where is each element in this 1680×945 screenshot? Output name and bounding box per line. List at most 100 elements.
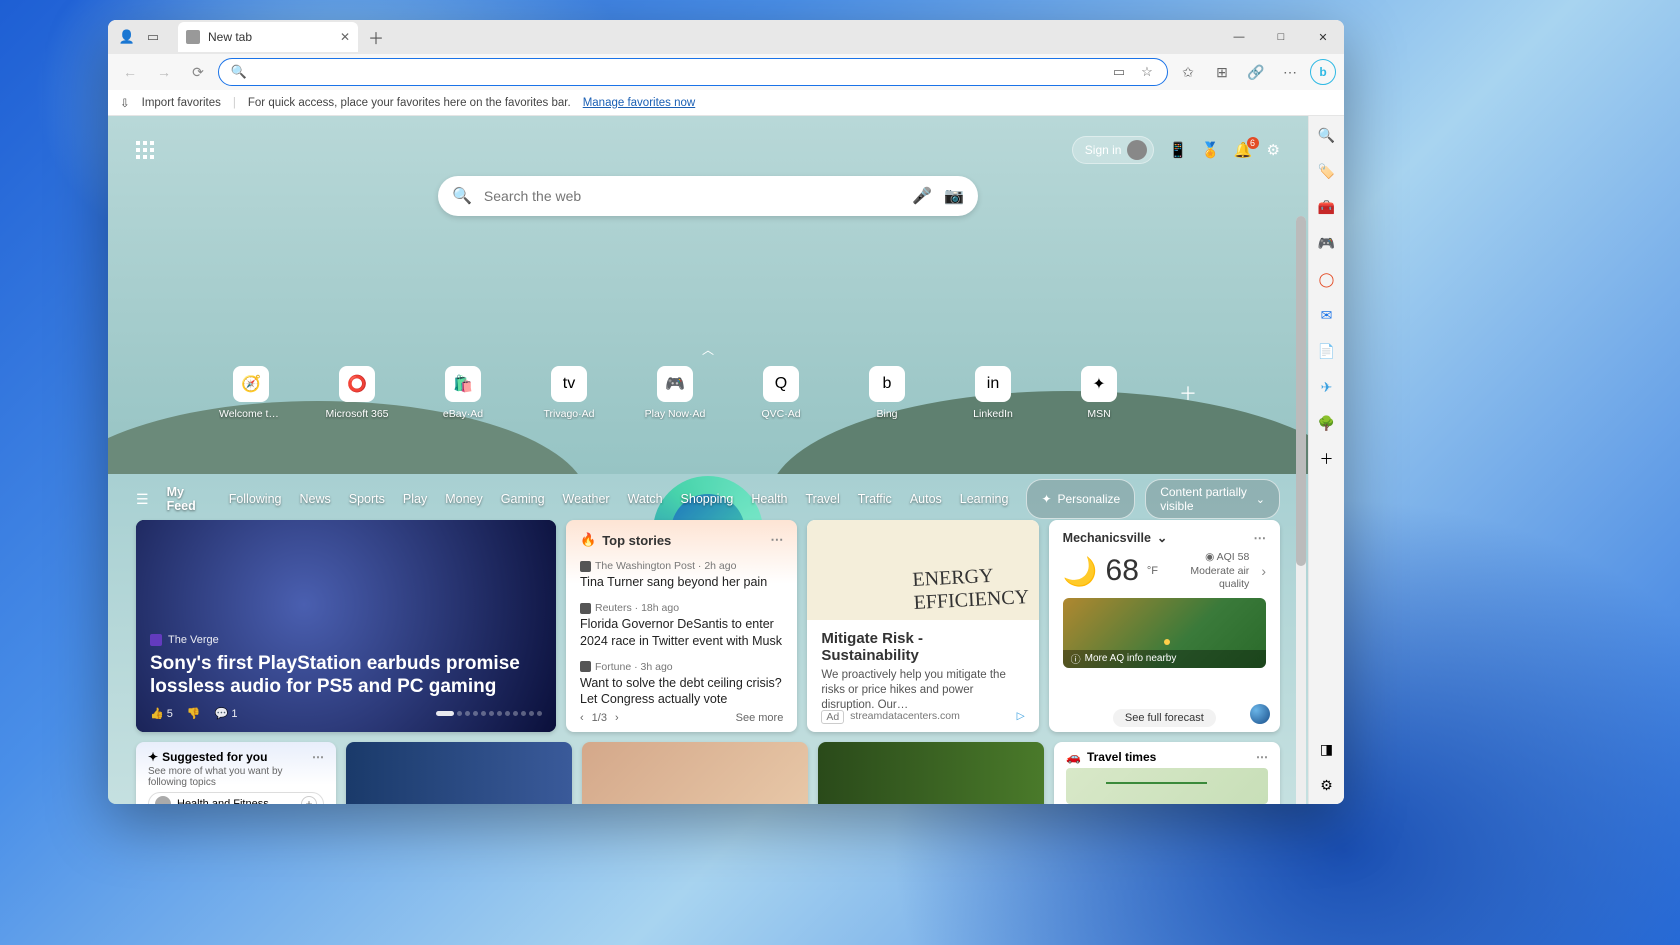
feed-nav-my-feed[interactable]: My Feed — [167, 485, 211, 513]
news-card[interactable] — [346, 742, 572, 804]
manage-favorites-link[interactable]: Manage favorites now — [583, 97, 696, 109]
feed-nav-learning[interactable]: Learning — [960, 492, 1009, 506]
extensions-icon[interactable]: 🔗 — [1242, 58, 1270, 86]
sidebar-office-icon[interactable]: ◯ — [1316, 268, 1338, 290]
dislike-icon[interactable]: 👎 — [187, 707, 201, 720]
quicklink-bing[interactable]: bBing — [855, 366, 919, 420]
sidebar-drop-icon[interactable]: 📄 — [1316, 340, 1338, 362]
next-icon[interactable]: › — [1261, 563, 1266, 579]
prev-icon[interactable]: ‹ — [580, 712, 584, 724]
like-icon[interactable]: 👍 5 — [150, 707, 173, 720]
news-card[interactable] — [582, 742, 808, 804]
feed-nav-weather[interactable]: Weather — [563, 492, 610, 506]
sidebar-settings-icon[interactable]: ⚙ — [1316, 774, 1338, 796]
feed-nav-traffic[interactable]: Traffic — [858, 492, 892, 506]
app-launcher-icon[interactable] — [136, 141, 154, 159]
reader-mode-icon[interactable]: ▭ — [1109, 62, 1129, 82]
import-favorites-link[interactable]: Import favorites — [142, 97, 221, 109]
refresh-button[interactable]: ⟳ — [184, 58, 212, 86]
quicklink-linkedin[interactable]: inLinkedIn — [961, 366, 1025, 420]
address-input[interactable] — [257, 65, 1101, 80]
forward-button[interactable]: → — [150, 58, 178, 86]
collapse-icon[interactable]: ︿ — [702, 341, 714, 358]
tab-newtab[interactable]: New tab ✕ — [178, 22, 358, 52]
quicklink-ebay-ad[interactable]: 🛍️eBay·Ad — [431, 366, 495, 420]
story-item[interactable]: Fortune · 3h agoWant to solve the debt c… — [580, 661, 783, 708]
globe-icon[interactable] — [1250, 704, 1270, 724]
more-icon[interactable]: ⋯ — [770, 532, 783, 548]
feed-nav-money[interactable]: Money — [445, 492, 483, 506]
add-quicklink-button[interactable]: ＋ — [1179, 380, 1197, 406]
new-tab-button[interactable]: ＋ — [362, 23, 390, 51]
back-button[interactable]: ← — [116, 58, 144, 86]
more-icon[interactable]: ⋯ — [1256, 750, 1268, 764]
import-favorites-icon[interactable]: ⇩ — [120, 96, 130, 110]
feed-nav-following[interactable]: Following — [229, 492, 282, 506]
image-search-icon[interactable]: 📷 — [944, 186, 964, 206]
collections-icon[interactable]: ⊞ — [1208, 58, 1236, 86]
scrollbar[interactable] — [1296, 216, 1306, 804]
close-window-button[interactable]: ✕ — [1302, 20, 1344, 54]
feature-card[interactable]: The Verge Sony's first PlayStation earbu… — [136, 520, 556, 732]
feed-nav-news[interactable]: News — [300, 492, 331, 506]
maximize-button[interactable]: □ — [1260, 20, 1302, 54]
feed-nav-sports[interactable]: Sports — [349, 492, 385, 506]
add-icon[interactable]: + — [301, 796, 317, 804]
sidebar-panel-icon[interactable]: ◨ — [1316, 738, 1338, 760]
ntp-search-input[interactable] — [484, 188, 900, 204]
sidebar-games-icon[interactable]: 🎮 — [1316, 232, 1338, 254]
adchoices-icon[interactable]: ▷ — [1017, 710, 1025, 724]
more-icon[interactable]: ⋯ — [312, 750, 324, 764]
favorites-hub-icon[interactable]: ✩ — [1174, 58, 1202, 86]
more-menu-icon[interactable]: ⋯ — [1276, 58, 1304, 86]
quicklink-play-now-ad[interactable]: 🎮Play Now·Ad — [643, 366, 707, 420]
workspaces-icon[interactable]: ▭ — [144, 28, 162, 46]
topic-chip[interactable]: Health and Fitness+ — [148, 792, 324, 804]
ad-card[interactable]: Mitigate Risk - Sustainability We proact… — [807, 520, 1038, 732]
settings-gear-icon[interactable]: ⚙ — [1267, 141, 1280, 159]
notifications-icon[interactable]: 🔔6 — [1234, 141, 1253, 159]
quicklink-welcome-to-[interactable]: 🧭Welcome to … — [219, 366, 283, 420]
bing-chat-icon[interactable]: b — [1310, 59, 1336, 85]
sign-in-button[interactable]: Sign in — [1072, 136, 1155, 164]
personalize-button[interactable]: ✦ Personalize — [1026, 479, 1135, 519]
more-icon[interactable]: ⋯ — [1253, 530, 1266, 545]
voice-search-icon[interactable]: 🎤 — [912, 186, 932, 206]
news-card[interactable] — [818, 742, 1044, 804]
sidebar-skype-icon[interactable]: ✈ — [1316, 376, 1338, 398]
travel-times-card[interactable]: 🚗 Travel times⋯ — [1054, 742, 1280, 804]
weather-map[interactable]: ⓘMore AQ info nearby — [1063, 598, 1266, 668]
mobile-icon[interactable]: 📱 — [1168, 141, 1187, 159]
story-item[interactable]: The Washington Post · 2h agoTina Turner … — [580, 560, 783, 590]
minimize-button[interactable]: — — [1218, 20, 1260, 54]
address-bar[interactable]: 🔍 ▭ ☆ — [218, 58, 1168, 86]
profile-icon[interactable]: 👤 — [118, 28, 136, 46]
rewards-icon[interactable]: 🏅 — [1201, 141, 1220, 159]
feed-nav-play[interactable]: Play — [403, 492, 427, 506]
quicklink-microsoft-365[interactable]: ⭕Microsoft 365 — [325, 366, 389, 420]
feed-nav-gaming[interactable]: Gaming — [501, 492, 545, 506]
sidebar-add-icon[interactable]: ＋ — [1316, 448, 1338, 470]
quicklink-trivago-ad[interactable]: tvTrivago·Ad — [537, 366, 601, 420]
see-more-link[interactable]: See more — [736, 712, 784, 724]
carousel-pager[interactable] — [436, 711, 542, 716]
see-forecast-button[interactable]: See full forecast — [1113, 709, 1216, 727]
feed-nav-travel[interactable]: Travel — [806, 492, 840, 506]
chevron-down-icon[interactable]: ⌄ — [1157, 530, 1167, 545]
comment-icon[interactable]: 💬 1 — [215, 707, 238, 720]
feed-nav-watch[interactable]: Watch — [628, 492, 663, 506]
next-icon[interactable]: › — [615, 712, 619, 724]
quicklink-qvc-ad[interactable]: QQVC·Ad — [749, 366, 813, 420]
favorite-star-icon[interactable]: ☆ — [1137, 62, 1157, 82]
close-tab-icon[interactable]: ✕ — [340, 30, 350, 44]
feed-nav-autos[interactable]: Autos — [910, 492, 942, 506]
quicklink-msn[interactable]: ✦MSN — [1067, 366, 1131, 420]
sidebar-tools-icon[interactable]: 🧰 — [1316, 196, 1338, 218]
sidebar-eco-icon[interactable]: 🌳 — [1316, 412, 1338, 434]
sidebar-shopping-icon[interactable]: 🏷️ — [1316, 160, 1338, 182]
story-item[interactable]: Reuters · 18h agoFlorida Governor DeSant… — [580, 602, 783, 649]
sidebar-outlook-icon[interactable]: ✉ — [1316, 304, 1338, 326]
feed-nav-health[interactable]: Health — [751, 492, 787, 506]
weather-card[interactable]: Mechanicsville⌄⋯ 🌙 68 °F ◉ AQI 58Moderat… — [1049, 520, 1280, 732]
visibility-dropdown[interactable]: Content partially visible — [1145, 479, 1280, 519]
